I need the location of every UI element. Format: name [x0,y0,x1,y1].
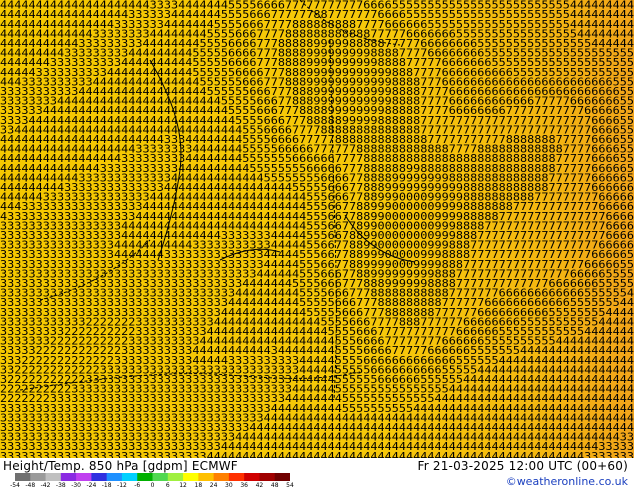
colorbar-tick-label: 24 [209,482,218,489]
colorbar-segment [91,473,108,481]
colorbar-tick-label: -48 [25,482,36,489]
digit-row: 3333333333333333333333333333344444444444… [0,450,634,458]
colorbar-segment [76,473,92,481]
colorbar-segment [244,473,260,481]
colorbar-segment [60,473,77,481]
map-canvas: 4444444444444444444443333444444455556666… [0,0,634,458]
colorbar-tick-label: 0 [150,482,155,489]
colorbar-tick-label: -54 [10,482,20,489]
colorbar-segment [167,473,184,481]
colorbar-tick-label: -42 [40,482,51,489]
colorbar-tick-label: -6 [134,482,141,489]
colorbar-tick-label: -24 [86,482,97,489]
colorbar-segment [152,473,169,481]
colorbar-segment [259,473,276,481]
colorbar-tick-label: 42 [255,482,264,489]
colorbar-tick-label: 18 [194,482,203,489]
colorbar-tick-label: -18 [101,482,112,489]
colorbar-segment [106,473,123,481]
colorbar-segment [228,473,245,481]
source-credit[interactable]: ©weatheronline.co.uk [506,475,628,488]
colorbar-segment [137,473,153,481]
colorbar-tick-label: 48 [270,482,279,489]
colorbar-tick-label: -30 [71,482,82,489]
forecast-datetime: Fr 21-03-2025 12:00 UTC (00+60) [417,459,628,473]
colorbar-tick-labels: -54 -48 -42 -38 -30 -24 -18 -12 -6 0 6 12 18 24 30 36 42… [10,482,294,490]
colorbar-segment [274,473,290,481]
colorbar-tick-label: -38 [55,482,66,489]
map-title: Height/Temp. 850 hPa [gdpm] ECMWF [3,459,238,473]
colorbar-segment [198,473,215,481]
colorbar-segment [30,473,47,481]
colorbar-tick-label: -12 [117,482,127,489]
colorbar-segment [121,473,138,481]
colorbar-tick-label: 12 [179,482,187,489]
temperature-map: 4444444444444444444443333444444455556666… [0,0,634,458]
colorbar [15,473,290,481]
colorbar-tick-label: 6 [165,482,170,489]
colorbar-segment [15,473,31,481]
colorbar-tick-label: 54 [286,482,294,489]
colorbar-segment [45,473,62,481]
colorbar-tick-label: 36 [240,482,248,489]
colorbar-segment [183,473,199,481]
colorbar-tick-label: 30 [225,482,233,489]
temperature-digit-grid: 4444444444444444444443333444444455556666… [0,0,634,458]
colorbar-segment [213,473,230,481]
